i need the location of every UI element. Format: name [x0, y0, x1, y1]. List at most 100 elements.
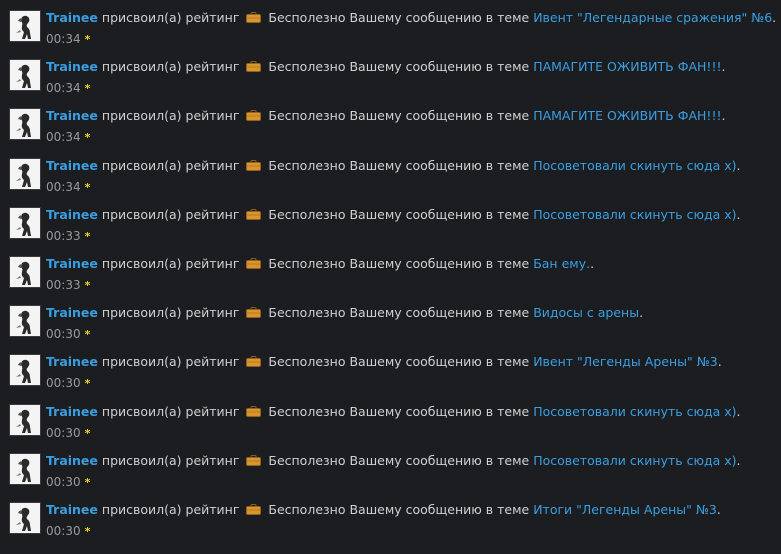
alert-item: Trainee присвоил(а) рейтинг Бесполезно В… — [0, 350, 781, 399]
rating-name: Бесполезно — [268, 108, 346, 124]
action-text: Вашему сообщению в теме — [349, 305, 530, 321]
suffix-text: . — [772, 10, 777, 25]
username-link[interactable]: Trainee — [46, 108, 98, 123]
action-text: Вашему сообщению в теме — [349, 10, 530, 25]
action-text: присвоил(а) рейтинг — [101, 108, 240, 124]
alert-text: Trainee присвоил(а) рейтинг Бесполезно В… — [46, 207, 741, 223]
username-link[interactable]: Trainee — [46, 10, 98, 25]
alert-text: Trainee присвоил(а) рейтинг Бесполезно В… — [46, 256, 594, 272]
alert-meta: 00:30 * — [46, 327, 90, 342]
avatar-sketch-icon — [10, 207, 40, 238]
rating-name: Бесполезно — [268, 10, 346, 25]
suffix-text: . — [721, 108, 726, 124]
avatar-sketch-icon — [10, 502, 40, 533]
alert-meta: 00:34 * — [46, 130, 90, 145]
user-avatar[interactable] — [9, 255, 41, 288]
new-alert-star-icon: * — [84, 82, 91, 96]
username-link[interactable]: Trainee — [46, 502, 98, 517]
new-alert-star-icon: * — [84, 33, 91, 46]
user-avatar[interactable] — [9, 206, 41, 239]
briefcase-icon — [246, 110, 262, 122]
alert-meta: 00:30 * — [46, 475, 90, 490]
user-avatar[interactable] — [9, 354, 41, 387]
new-alert-star-icon: * — [84, 131, 91, 145]
briefcase-icon — [246, 454, 262, 466]
thread-link[interactable]: Посоветовали скинуть сюда х) — [533, 404, 736, 419]
user-avatar[interactable] — [9, 501, 41, 534]
briefcase-icon — [246, 503, 262, 515]
username-link[interactable]: Trainee — [46, 354, 98, 369]
briefcase-icon — [246, 208, 262, 220]
alert-text: Trainee присвоил(а) рейтинг Бесполезно В… — [46, 354, 722, 370]
user-avatar[interactable] — [9, 305, 41, 338]
thread-link[interactable]: Ивент "Легенды Арены" №3 — [533, 354, 718, 369]
user-avatar[interactable] — [9, 403, 41, 436]
alert-time: 00:30 — [46, 327, 81, 342]
suffix-text: . — [639, 305, 644, 321]
thread-link[interactable]: Ивент "Легендарные сражения" №6 — [533, 10, 772, 25]
username-link[interactable]: Trainee — [46, 256, 98, 271]
alert-text: Trainee присвоил(а) рейтинг Бесполезно В… — [46, 305, 643, 321]
alert-meta: 00:34 * — [46, 32, 90, 47]
avatar-sketch-icon — [10, 256, 40, 287]
action-text: Вашему сообщению в теме — [349, 157, 530, 173]
username-link[interactable]: Trainee — [46, 453, 98, 468]
user-avatar[interactable] — [9, 452, 41, 485]
briefcase-icon — [246, 356, 262, 368]
thread-link[interactable]: ПАМАГИТЕ ОЖИВИТЬ ФАН!!! — [533, 108, 721, 123]
briefcase-icon — [246, 159, 262, 171]
briefcase-icon — [246, 12, 262, 23]
new-alert-star-icon: * — [84, 278, 91, 292]
alert-time: 00:30 — [46, 523, 81, 538]
username-link[interactable]: Trainee — [46, 59, 98, 74]
thread-link[interactable]: Посоветовали скинуть сюда х) — [533, 207, 736, 222]
alert-time: 00:34 — [46, 179, 81, 194]
rating-name: Бесполезно — [268, 157, 346, 173]
thread-link[interactable]: ПАМАГИТЕ ОЖИВИТЬ ФАН!!! — [533, 59, 721, 74]
action-text: Вашему сообщению в теме — [349, 452, 530, 468]
alert-time: 00:33 — [46, 228, 81, 243]
action-text: присвоил(а) рейтинг — [101, 10, 240, 25]
alert-time: 00:33 — [46, 277, 81, 292]
alert-text: Trainee присвоил(а) рейтинг Бесполезно В… — [46, 158, 741, 174]
user-avatar[interactable] — [9, 108, 41, 141]
username-link[interactable]: Trainee — [46, 158, 98, 173]
alert-text: Trainee присвоил(а) рейтинг Бесполезно В… — [46, 108, 725, 124]
thread-link[interactable]: Итоги "Легенды Арены" №3 — [533, 502, 717, 517]
rating-name: Бесполезно — [268, 501, 346, 517]
alert-text: Trainee присвоил(а) рейтинг Бесполезно В… — [46, 59, 725, 75]
avatar-sketch-icon — [10, 158, 40, 189]
action-text: присвоил(а) рейтинг — [101, 206, 240, 222]
action-text: присвоил(а) рейтинг — [101, 403, 240, 419]
briefcase-icon — [246, 61, 262, 73]
alert-text: Trainee присвоил(а) рейтинг Бесполезно В… — [46, 404, 741, 420]
suffix-text: . — [717, 354, 722, 370]
alert-item: Trainee присвоил(а) рейтинг Бесполезно В… — [0, 6, 781, 55]
alert-meta: 00:34 * — [46, 81, 90, 96]
alert-meta: 00:33 * — [46, 229, 90, 244]
thread-link[interactable]: Посоветовали скинуть сюда х) — [533, 453, 736, 468]
alert-time: 00:34 — [46, 32, 81, 46]
alert-meta: 00:30 * — [46, 426, 90, 441]
user-avatar[interactable] — [9, 59, 41, 92]
username-link[interactable]: Trainee — [46, 305, 98, 320]
thread-link[interactable]: Бан ему. — [533, 256, 590, 271]
thread-link[interactable]: Посоветовали скинуть сюда х) — [533, 158, 736, 173]
username-link[interactable]: Trainee — [46, 207, 98, 222]
alert-item: Trainee присвоил(а) рейтинг Бесполезно В… — [0, 301, 781, 350]
action-text: Вашему сообщению в теме — [349, 108, 530, 124]
suffix-text: . — [736, 452, 741, 468]
alert-time: 00:30 — [46, 376, 81, 391]
action-text: присвоил(а) рейтинг — [101, 501, 240, 517]
alert-time: 00:34 — [46, 130, 81, 145]
alert-meta: 00:30 * — [46, 376, 90, 391]
user-avatar[interactable] — [9, 157, 41, 190]
avatar-sketch-icon — [10, 306, 40, 337]
alert-item: Trainee присвоил(а) рейтинг Бесполезно В… — [0, 449, 781, 498]
alert-text: Trainee присвоил(а) рейтинг Бесполезно В… — [46, 10, 776, 26]
rating-name: Бесполезно — [268, 255, 346, 271]
avatar-sketch-icon — [10, 109, 40, 140]
user-avatar[interactable] — [9, 10, 41, 42]
username-link[interactable]: Trainee — [46, 404, 98, 419]
thread-link[interactable]: Видосы с арены — [533, 305, 639, 320]
